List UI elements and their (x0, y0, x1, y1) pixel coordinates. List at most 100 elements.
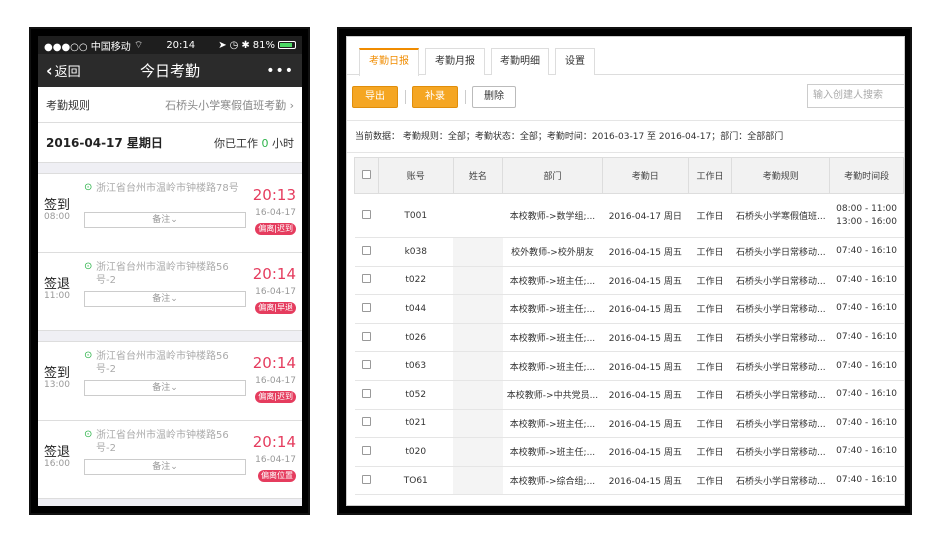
cell-workday: 工作日 (688, 351, 732, 381)
record-clock-time: 20:14 (252, 265, 296, 283)
cell-period: 07:40 - 16:10 (829, 294, 904, 324)
col-name: 姓名 (452, 157, 504, 194)
morning-records: 签到 08:00 ⊙ 浙江省台州市温岭市钟楼路78号 备注⌄ 20:13 16-… (38, 173, 302, 331)
table-row[interactable]: T001 本校教师->数学组;... 2016-04-17 周日 工作日 石桥头小学寒假… (354, 193, 904, 238)
col-day: 考勤日 (601, 157, 689, 194)
note-label: 备注 (152, 383, 171, 393)
cell-day: 2016-04-15 周五 (602, 380, 689, 410)
status-time: 20:14 (166, 39, 196, 51)
select-all-header[interactable] (354, 157, 379, 194)
cell-period: 07:40 - 16:10 (829, 380, 904, 410)
table-row[interactable]: t020 本校教师->班主任;... 2016-04-15 周五 工作日 石桥头小学日常… (354, 437, 904, 467)
cell-rule: 石桥头小学日常移动... (731, 351, 830, 381)
cell-account: T001 (378, 193, 454, 238)
checkbox-icon[interactable] (361, 209, 371, 219)
note-field[interactable]: 备注⌄ (84, 212, 246, 228)
tab-details[interactable]: 考勤明细 (491, 48, 549, 75)
cell-rule: 石桥头小学日常移动... (731, 380, 830, 410)
cell-dept: 本校教师->班主任;... (502, 409, 603, 439)
cell-name (453, 466, 503, 496)
tab-monthly-report[interactable]: 考勤月报 (425, 48, 485, 75)
carrier-label: ●●●○○ 中国移动 (44, 41, 131, 53)
record-type: 签到 (44, 366, 71, 381)
supplement-button[interactable]: 补录 (412, 86, 458, 108)
record-type: 签退 (44, 277, 71, 292)
checkbox-icon[interactable] (361, 302, 371, 312)
period-value: 07:40 - 16:10 (836, 417, 898, 428)
cell-name (453, 437, 503, 467)
search-input[interactable]: 输入创建人搜索 (807, 84, 904, 108)
back-button[interactable]: ‹ 返回 (46, 61, 81, 80)
back-label: 返回 (54, 65, 81, 80)
cell-day: 2016-04-15 周五 (602, 323, 689, 353)
record-scheduled: 13:00 (44, 380, 70, 390)
note-field[interactable]: 备注⌄ (84, 291, 246, 307)
table-row[interactable]: t026 本校教师->班主任;... 2016-04-15 周五 工作日 石桥头小学日常… (354, 323, 904, 353)
location-pin-icon: ⊙ (84, 182, 93, 193)
cell-dept: 本校教师->班主任;... (502, 351, 603, 381)
checkbox-icon[interactable] (361, 445, 371, 455)
delete-button[interactable]: 删除 (472, 86, 516, 108)
table-row[interactable]: t022 本校教师->班主任;... 2016-04-15 周五 工作日 石桥头小学日常… (354, 266, 904, 296)
battery-icon (277, 41, 296, 49)
table-row[interactable]: k038 校外教师->校外朋友 2016-04-15 周五 工作日 石桥头小学日常移动.… (354, 237, 904, 267)
col-dept: 部门 (502, 157, 603, 194)
checkbox-icon[interactable] (361, 245, 371, 255)
note-field[interactable]: 备注⌄ (84, 380, 246, 396)
record-scheduled: 08:00 (44, 212, 70, 222)
period-value: 07:40 - 16:10 (836, 332, 898, 343)
cell-day: 2016-04-17 周日 (602, 193, 689, 238)
tab-settings[interactable]: 设置 (555, 48, 595, 75)
cell-period: 08:00 - 11:00 13:00 - 16:00 (829, 193, 904, 238)
checkbox-icon[interactable] (361, 274, 371, 284)
hours-value: 0 (261, 136, 269, 150)
battery-percent: 81% (252, 39, 275, 51)
cell-period: 07:40 - 16:10 (829, 266, 904, 296)
tab-daily-report[interactable]: 考勤日报 (359, 48, 419, 76)
record-address: 浙江省台州市温岭市钟楼路56号-2 (96, 430, 229, 454)
table-row[interactable]: t021 本校教师->班主任;... 2016-04-15 周五 工作日 石桥头小学日常… (354, 409, 904, 439)
cell-rule: 石桥头小学日常移动... (731, 323, 830, 353)
checkbox-icon[interactable] (361, 474, 371, 484)
checkbox-icon[interactable] (361, 388, 371, 398)
record-address: 浙江省台州市温岭市钟楼路78号 (96, 183, 239, 194)
phone-frame: ●●●○○ 中国移动 ⌔ 20:14 ➤ ◷ ✱ 81% ‹ 返回 今日考勤 •… (31, 29, 308, 513)
table-row[interactable]: t052 本校教师->中共党员... 2016-04-15 周五 工作日 石桥头小学日常… (354, 380, 904, 410)
cell-workday: 工作日 (688, 437, 732, 467)
period-value: 07:40 - 16:10 (836, 303, 898, 314)
checkbox-icon[interactable] (361, 417, 371, 427)
checkbox-icon[interactable] (361, 169, 371, 179)
cell-period: 07:40 - 16:10 (829, 409, 904, 439)
table-row[interactable]: t063 本校教师->班主任;... 2016-04-15 周五 工作日 石桥头小学日常… (354, 351, 904, 381)
cell-dept: 本校教师->综合组;... (502, 466, 603, 496)
checkbox-icon[interactable] (361, 331, 371, 341)
cell-name (453, 237, 503, 267)
cell-name (453, 193, 503, 238)
cell-workday: 工作日 (688, 193, 732, 238)
note-field[interactable]: 备注⌄ (84, 459, 246, 475)
table-row[interactable]: TO61 本校教师->综合组;... 2016-04-15 周五 工作日 石桥头小学日常… (354, 466, 904, 496)
cell-period: 07:40 - 16:10 (829, 323, 904, 353)
record-date: 16-04-17 (255, 455, 296, 465)
status-bar: ●●●○○ 中国移动 ⌔ 20:14 ➤ ◷ ✱ 81% (38, 36, 302, 54)
record-clock-time: 20:14 (252, 433, 296, 451)
record-date: 16-04-17 (255, 376, 296, 386)
cell-dept: 本校教师->班主任;... (502, 294, 603, 324)
cell-account: t022 (378, 266, 454, 296)
status-badge: 偏离|早退 (255, 302, 296, 314)
status-badge: 偏离|迟到 (255, 223, 296, 235)
export-button[interactable]: 导出 (352, 86, 398, 108)
period-value: 07:40 - 16:10 (836, 274, 898, 285)
cell-workday: 工作日 (688, 466, 732, 496)
table-row[interactable]: t044 本校教师->班主任;... 2016-04-15 周五 工作日 石桥头小学日常… (354, 294, 904, 324)
more-icon[interactable]: ••• (266, 63, 294, 79)
cell-period: 07:40 - 16:10 (829, 237, 904, 267)
cell-period: 07:40 - 16:10 (829, 437, 904, 467)
cell-day: 2016-04-15 周五 (602, 409, 689, 439)
attendance-rule-row[interactable]: 考勤规则 石桥头小学寒假值班考勤 › (38, 87, 302, 123)
checkbox-icon[interactable] (361, 360, 371, 370)
period-value: 07:40 - 16:10 (836, 246, 898, 257)
note-label: 备注 (152, 294, 171, 304)
note-label: 备注 (152, 462, 171, 472)
period-value: 07:40 - 16:10 (836, 475, 898, 486)
